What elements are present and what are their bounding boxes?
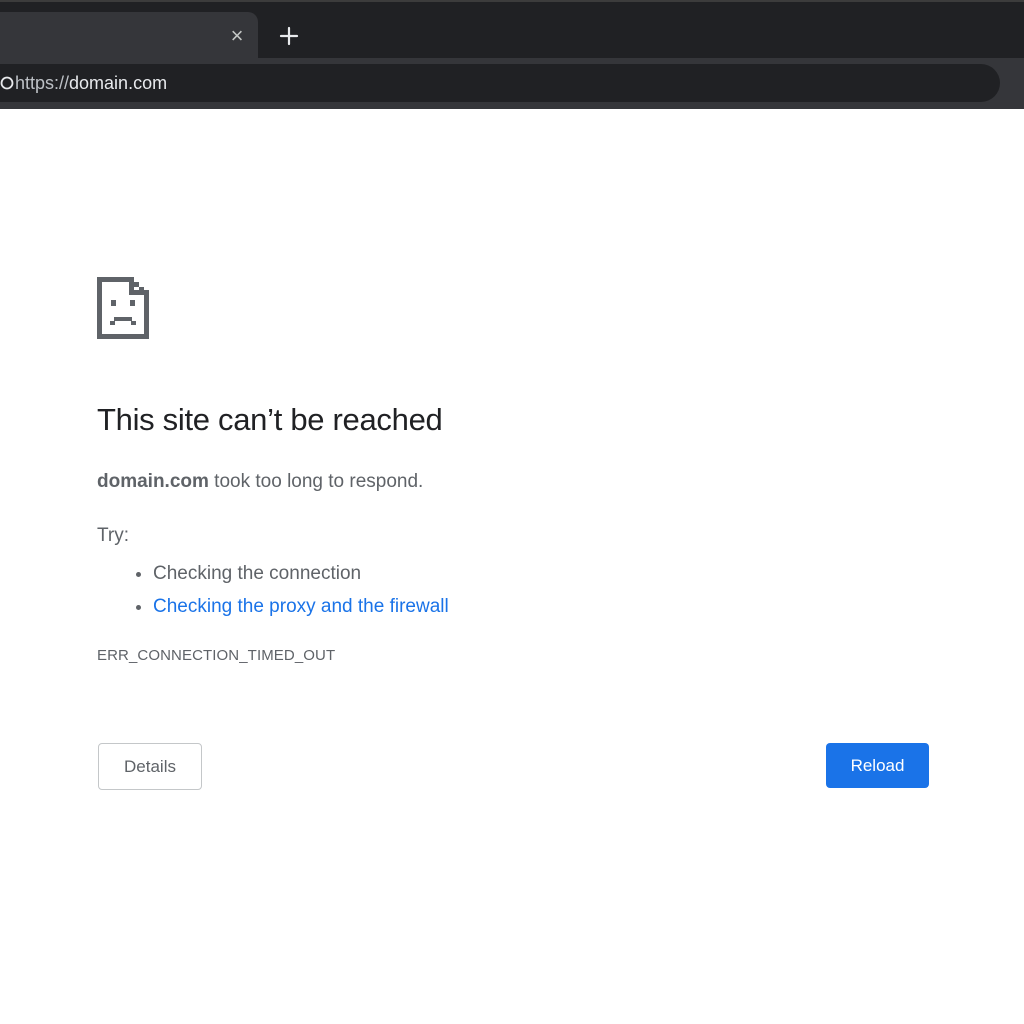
error-host: domain.com bbox=[97, 471, 209, 492]
error-summary: domain.com took too long to respond. bbox=[97, 471, 423, 493]
error-page: This site can’t be reached domain.com to… bbox=[0, 109, 1024, 1024]
browser-toolbar: https://domain.com bbox=[0, 58, 1024, 109]
sad-page-icon bbox=[97, 277, 149, 339]
url-scheme: https:// bbox=[15, 73, 70, 93]
error-message: took too long to respond. bbox=[208, 471, 424, 492]
url-text: https://domain.com bbox=[15, 72, 167, 94]
suggestion-item: Checking the proxy and the firewall bbox=[153, 590, 449, 623]
proxy-firewall-link[interactable]: Checking the proxy and the firewall bbox=[153, 596, 449, 617]
suggestion-list: Checking the connection Checking the pro… bbox=[97, 557, 449, 623]
reload-button[interactable]: Reload bbox=[826, 743, 929, 788]
close-glyph: × bbox=[230, 23, 244, 48]
site-info-icon[interactable] bbox=[0, 76, 14, 90]
browser-tab[interactable]: × bbox=[0, 12, 258, 60]
new-tab-button[interactable] bbox=[274, 21, 304, 51]
try-label: Try: bbox=[97, 525, 130, 546]
url-host: domain.com bbox=[69, 73, 168, 93]
details-button[interactable]: Details bbox=[98, 743, 202, 790]
plus-icon bbox=[279, 26, 299, 46]
suggestion-item: Checking the connection bbox=[153, 557, 449, 590]
address-bar[interactable]: https://domain.com bbox=[0, 64, 1000, 102]
page-title: This site can’t be reached bbox=[97, 402, 443, 437]
suggestion-check-connection: Checking the connection bbox=[153, 563, 362, 584]
error-code: ERR_CONNECTION_TIMED_OUT bbox=[97, 647, 336, 664]
close-icon[interactable]: × bbox=[224, 23, 250, 49]
tab-strip: × bbox=[0, 0, 1024, 60]
